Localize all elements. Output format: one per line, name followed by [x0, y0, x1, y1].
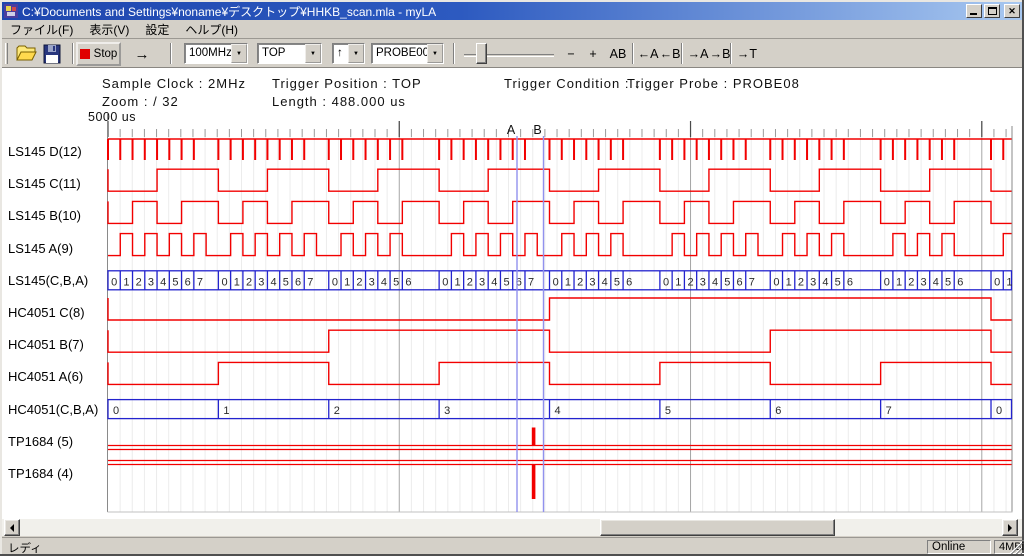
bus-value: 1 — [675, 276, 681, 288]
bus-value: 6 — [847, 276, 853, 288]
bus-value: 1 — [1006, 276, 1012, 288]
bus-value: 6 — [775, 405, 781, 417]
bus-value: 1 — [896, 276, 902, 288]
bus-value: 2 — [136, 276, 142, 288]
bus-value: 3 — [920, 276, 926, 288]
bus-value: 1 — [786, 276, 792, 288]
statusbar: レディ Online 4MBit — [2, 537, 1022, 554]
bus-value: 2 — [334, 405, 340, 417]
bus-value: 5 — [172, 276, 178, 288]
bus-value: 2 — [577, 276, 583, 288]
bus-value: 2 — [798, 276, 804, 288]
cursor_a-label: A — [507, 123, 516, 137]
bus-value: 7 — [528, 276, 534, 288]
scroll-left-button[interactable] — [4, 519, 20, 536]
bus-value: 3 — [148, 276, 154, 288]
status-online-badge: Online — [927, 540, 991, 554]
bus-value: 4 — [271, 276, 277, 288]
bus-value: 0 — [113, 405, 119, 417]
waveform-LS145-B(10) — [108, 201, 1012, 223]
bus-value: 0 — [442, 276, 448, 288]
waveform-LS145-A(9) — [108, 234, 1012, 256]
status-ready-text: レディ — [8, 540, 42, 556]
bus-value: 5 — [665, 405, 671, 417]
bus-value: 5 — [504, 276, 510, 288]
bus-value: 0 — [553, 276, 559, 288]
bus-value: 0 — [773, 276, 779, 288]
bus-value: 4 — [555, 405, 561, 417]
bus-value: 0 — [996, 405, 1002, 417]
bus-value: 6 — [626, 276, 632, 288]
bus-value: 4 — [160, 276, 166, 288]
bus-value: 3 — [589, 276, 595, 288]
triangle-left-icon — [6, 524, 14, 532]
waveform-LS145-C(11) — [108, 169, 1012, 191]
bus-value: 1 — [123, 276, 129, 288]
waveform-HC4051-C(8) — [108, 298, 1012, 320]
bus-value: 0 — [221, 276, 227, 288]
bus-value: 6 — [185, 276, 191, 288]
waveform-plot[interactable]: 0123456701234567012345601234567012345601… — [0, 0, 1024, 556]
bus-value: 6 — [737, 276, 743, 288]
horizontal-scrollbar[interactable] — [2, 519, 1022, 536]
bus-value: 0 — [663, 276, 669, 288]
bus-value: 3 — [700, 276, 706, 288]
bus-value: 4 — [602, 276, 608, 288]
bus-value: 7 — [886, 405, 892, 417]
bus-value: 7 — [197, 276, 203, 288]
bus-value: 1 — [234, 276, 240, 288]
bus-value: 0 — [332, 276, 338, 288]
bus-value: 3 — [479, 276, 485, 288]
app-window: C:¥Documents and Settings¥noname¥デスクトップ¥… — [0, 0, 1024, 556]
bus-value: 5 — [393, 276, 399, 288]
bus-value: 4 — [491, 276, 497, 288]
bus-value: 1 — [565, 276, 571, 288]
bus-value: 4 — [381, 276, 387, 288]
bus-value: 3 — [258, 276, 264, 288]
bus-value: 7 — [307, 276, 313, 288]
bus-value: 5 — [283, 276, 289, 288]
cursor_b-label: B — [533, 123, 541, 137]
bus-value: 2 — [687, 276, 693, 288]
bus-value: 4 — [712, 276, 718, 288]
resize-grip[interactable] — [1009, 541, 1022, 554]
bus-value: 2 — [246, 276, 252, 288]
tp-pulse — [532, 465, 536, 500]
bus-value: 5 — [835, 276, 841, 288]
scrollbar-thumb[interactable] — [600, 519, 835, 536]
bus-value: 3 — [369, 276, 375, 288]
waveform-HC4051-B(7) — [108, 330, 1012, 352]
bus-value: 1 — [344, 276, 350, 288]
bus-value: 3 — [810, 276, 816, 288]
scroll-right-button[interactable] — [1002, 519, 1018, 536]
bus-value: 4 — [822, 276, 828, 288]
triangle-right-icon — [1008, 524, 1016, 532]
tp-pulse — [532, 428, 536, 446]
bus-value: 6 — [295, 276, 301, 288]
bus-value: 1 — [454, 276, 460, 288]
bus-value: 5 — [614, 276, 620, 288]
bus-value: 0 — [111, 276, 117, 288]
bus-value: 4 — [933, 276, 939, 288]
bus-value: 0 — [884, 276, 890, 288]
bus-value: 1 — [223, 405, 229, 417]
bus-value: 3 — [444, 405, 450, 417]
bus-value: 2 — [908, 276, 914, 288]
bus-value: 2 — [356, 276, 362, 288]
bus-value: 7 — [749, 276, 755, 288]
bus-value: 2 — [467, 276, 473, 288]
bus-value: 0 — [994, 276, 1000, 288]
bus-value: 6 — [957, 276, 963, 288]
waveform-HC4051-A(6) — [108, 362, 1012, 384]
bus-value: 5 — [724, 276, 730, 288]
bus-value: 5 — [945, 276, 951, 288]
bus-value: 6 — [405, 276, 411, 288]
